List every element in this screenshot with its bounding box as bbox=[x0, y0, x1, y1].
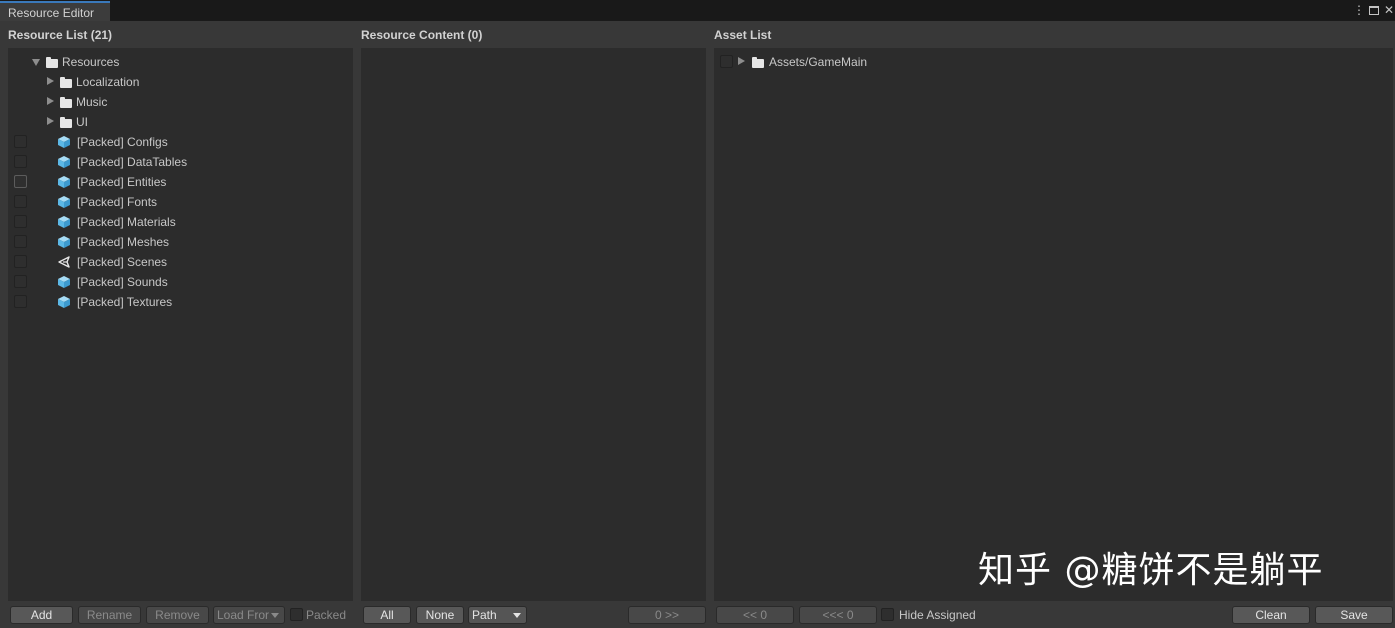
load-from-dropdown[interactable]: Load Fror bbox=[213, 606, 285, 624]
tree-folder-music[interactable]: Music bbox=[8, 92, 353, 112]
chevron-down-icon bbox=[513, 613, 521, 618]
resource-row[interactable]: [Packed] Fonts bbox=[8, 192, 353, 212]
tree-item-label: Music bbox=[76, 95, 108, 109]
tree-root-resources[interactable]: Resources bbox=[8, 52, 353, 72]
resource-content-header: Resource Content (0) bbox=[361, 28, 483, 42]
tree-item-label: Localization bbox=[76, 75, 140, 89]
folder-icon bbox=[46, 57, 58, 68]
resource-label: [Packed] Textures bbox=[77, 295, 173, 309]
chevron-down-icon bbox=[271, 613, 279, 618]
cube-icon bbox=[57, 215, 71, 229]
resource-list-panel[interactable]: Resources Localization Music UI [Packed]… bbox=[8, 48, 353, 601]
resource-label: [Packed] Fonts bbox=[77, 195, 158, 209]
packed-label: Packed bbox=[306, 608, 347, 622]
packed-checkbox[interactable] bbox=[290, 608, 303, 621]
resource-label: [Packed] Configs bbox=[77, 135, 168, 149]
resource-checkbox[interactable] bbox=[14, 235, 27, 248]
unity-scene-icon bbox=[57, 255, 71, 269]
expand-right-icon[interactable] bbox=[47, 97, 54, 105]
resource-row[interactable]: [Packed] Sounds bbox=[8, 272, 353, 292]
window-controls: ⋮ ✕ bbox=[1353, 2, 1395, 18]
move-left-button[interactable]: << 0 bbox=[716, 606, 794, 624]
cube-icon bbox=[57, 295, 71, 309]
resource-row[interactable]: [Packed] DataTables bbox=[8, 152, 353, 172]
dropdown-label: Path bbox=[472, 608, 497, 622]
resource-checkbox[interactable] bbox=[14, 175, 27, 188]
title-bar: Resource Editor ⋮ ✕ bbox=[0, 0, 1395, 21]
watermark-text: 知乎 @糖饼不是躺平 bbox=[978, 550, 1324, 591]
dropdown-label: Load Fror bbox=[217, 608, 270, 622]
folder-icon bbox=[60, 97, 72, 108]
resource-checkbox[interactable] bbox=[14, 135, 27, 148]
resource-row[interactable]: [Packed] Meshes bbox=[8, 232, 353, 252]
resource-label: [Packed] Meshes bbox=[77, 235, 170, 249]
add-button[interactable]: Add bbox=[10, 606, 73, 624]
folder-icon bbox=[752, 57, 764, 68]
resource-checkbox[interactable] bbox=[14, 295, 27, 308]
expand-right-icon[interactable] bbox=[47, 117, 54, 125]
editor-body: Resource List (21) Resource Content (0) … bbox=[0, 21, 1395, 628]
tree-folder-localization[interactable]: Localization bbox=[8, 72, 353, 92]
tab-resource-editor[interactable]: Resource Editor bbox=[0, 1, 110, 21]
remove-button[interactable]: Remove bbox=[146, 606, 209, 624]
expand-right-icon[interactable] bbox=[47, 77, 54, 85]
tree-folder-ui[interactable]: UI bbox=[8, 112, 353, 132]
resource-checkbox[interactable] bbox=[14, 195, 27, 208]
folder-icon bbox=[60, 117, 72, 128]
cube-icon bbox=[57, 195, 71, 209]
resource-row[interactable]: [Packed] Entities bbox=[8, 172, 353, 192]
resource-row[interactable]: [Packed] Textures bbox=[8, 292, 353, 312]
cube-icon bbox=[57, 235, 71, 249]
cube-icon bbox=[57, 135, 71, 149]
resource-row[interactable]: [Packed] Materials bbox=[8, 212, 353, 232]
resource-checkbox[interactable] bbox=[14, 215, 27, 228]
resource-row[interactable]: [Packed] Scenes bbox=[8, 252, 353, 272]
move-left-all-button[interactable]: <<< 0 bbox=[799, 606, 877, 624]
resource-label: [Packed] DataTables bbox=[77, 155, 188, 169]
close-icon[interactable]: ✕ bbox=[1383, 2, 1395, 18]
save-button[interactable]: Save bbox=[1315, 606, 1393, 624]
expand-right-icon[interactable] bbox=[738, 57, 745, 65]
select-all-button[interactable]: All bbox=[363, 606, 411, 624]
asset-checkbox[interactable] bbox=[720, 55, 733, 68]
resource-checkbox[interactable] bbox=[14, 255, 27, 268]
resource-label: [Packed] Scenes bbox=[77, 255, 168, 269]
tree-item-label: UI bbox=[76, 115, 88, 129]
resource-label: [Packed] Materials bbox=[77, 215, 176, 229]
resource-checkbox[interactable] bbox=[14, 155, 27, 168]
resource-label: [Packed] Entities bbox=[77, 175, 167, 189]
select-none-button[interactable]: None bbox=[416, 606, 464, 624]
move-right-button[interactable]: 0 >> bbox=[628, 606, 706, 624]
sort-path-dropdown[interactable]: Path bbox=[468, 606, 527, 624]
hide-assigned-checkbox[interactable] bbox=[881, 608, 894, 621]
resource-label: [Packed] Sounds bbox=[77, 275, 168, 289]
cube-icon bbox=[57, 175, 71, 189]
resource-row[interactable]: [Packed] Configs bbox=[8, 132, 353, 152]
asset-list-panel[interactable]: Assets/GameMain bbox=[714, 48, 1393, 601]
asset-tree-root[interactable]: Assets/GameMain bbox=[714, 52, 1393, 72]
rename-button[interactable]: Rename bbox=[78, 606, 141, 624]
resource-checkbox[interactable] bbox=[14, 275, 27, 288]
clean-button[interactable]: Clean bbox=[1232, 606, 1310, 624]
tree-item-label: Resources bbox=[62, 55, 120, 69]
maximize-icon[interactable] bbox=[1369, 6, 1379, 15]
tree-item-label: Assets/GameMain bbox=[769, 55, 868, 69]
cube-icon bbox=[57, 275, 71, 289]
asset-list-header: Asset List bbox=[714, 28, 772, 42]
expand-down-icon[interactable] bbox=[32, 59, 40, 66]
cube-icon bbox=[57, 155, 71, 169]
resource-content-panel[interactable] bbox=[361, 48, 706, 601]
resource-list-header: Resource List (21) bbox=[8, 28, 113, 42]
hide-assigned-label: Hide Assigned bbox=[899, 608, 976, 622]
kebab-menu-icon[interactable]: ⋮ bbox=[1353, 2, 1365, 18]
folder-icon bbox=[60, 77, 72, 88]
